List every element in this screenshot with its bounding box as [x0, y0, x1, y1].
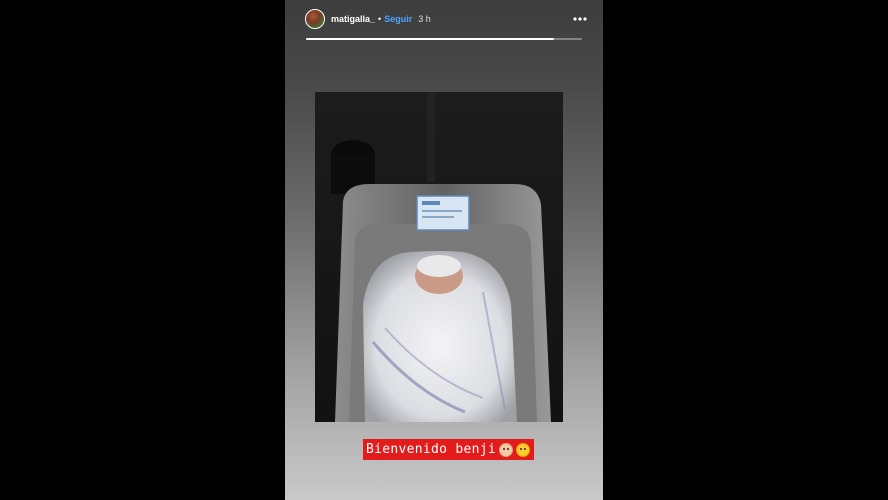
- username-link[interactable]: matigalla_: [331, 14, 375, 24]
- smiling-hearts-emoji-icon: [516, 442, 531, 457]
- more-options-button[interactable]: [571, 10, 589, 28]
- separator-dot: •: [378, 14, 382, 24]
- follow-button[interactable]: Seguir: [384, 14, 412, 24]
- story-photo: [315, 92, 563, 422]
- story-progress-bar: [306, 38, 582, 40]
- avatar[interactable]: [305, 9, 325, 29]
- story-progress-fill: [306, 38, 555, 40]
- story-viewer[interactable]: matigalla_ • Seguir 3 h Bienvenido benji: [285, 0, 603, 500]
- newborn-bassinet-image: [315, 92, 563, 422]
- baby-emoji-icon: [499, 442, 514, 457]
- caption-text: Bienvenido benji: [366, 442, 497, 457]
- more-horizontal-icon: [573, 17, 587, 21]
- timestamp: 3 h: [418, 14, 431, 24]
- story-caption: Bienvenido benji: [363, 439, 535, 460]
- story-header: matigalla_ • Seguir 3 h: [305, 8, 589, 30]
